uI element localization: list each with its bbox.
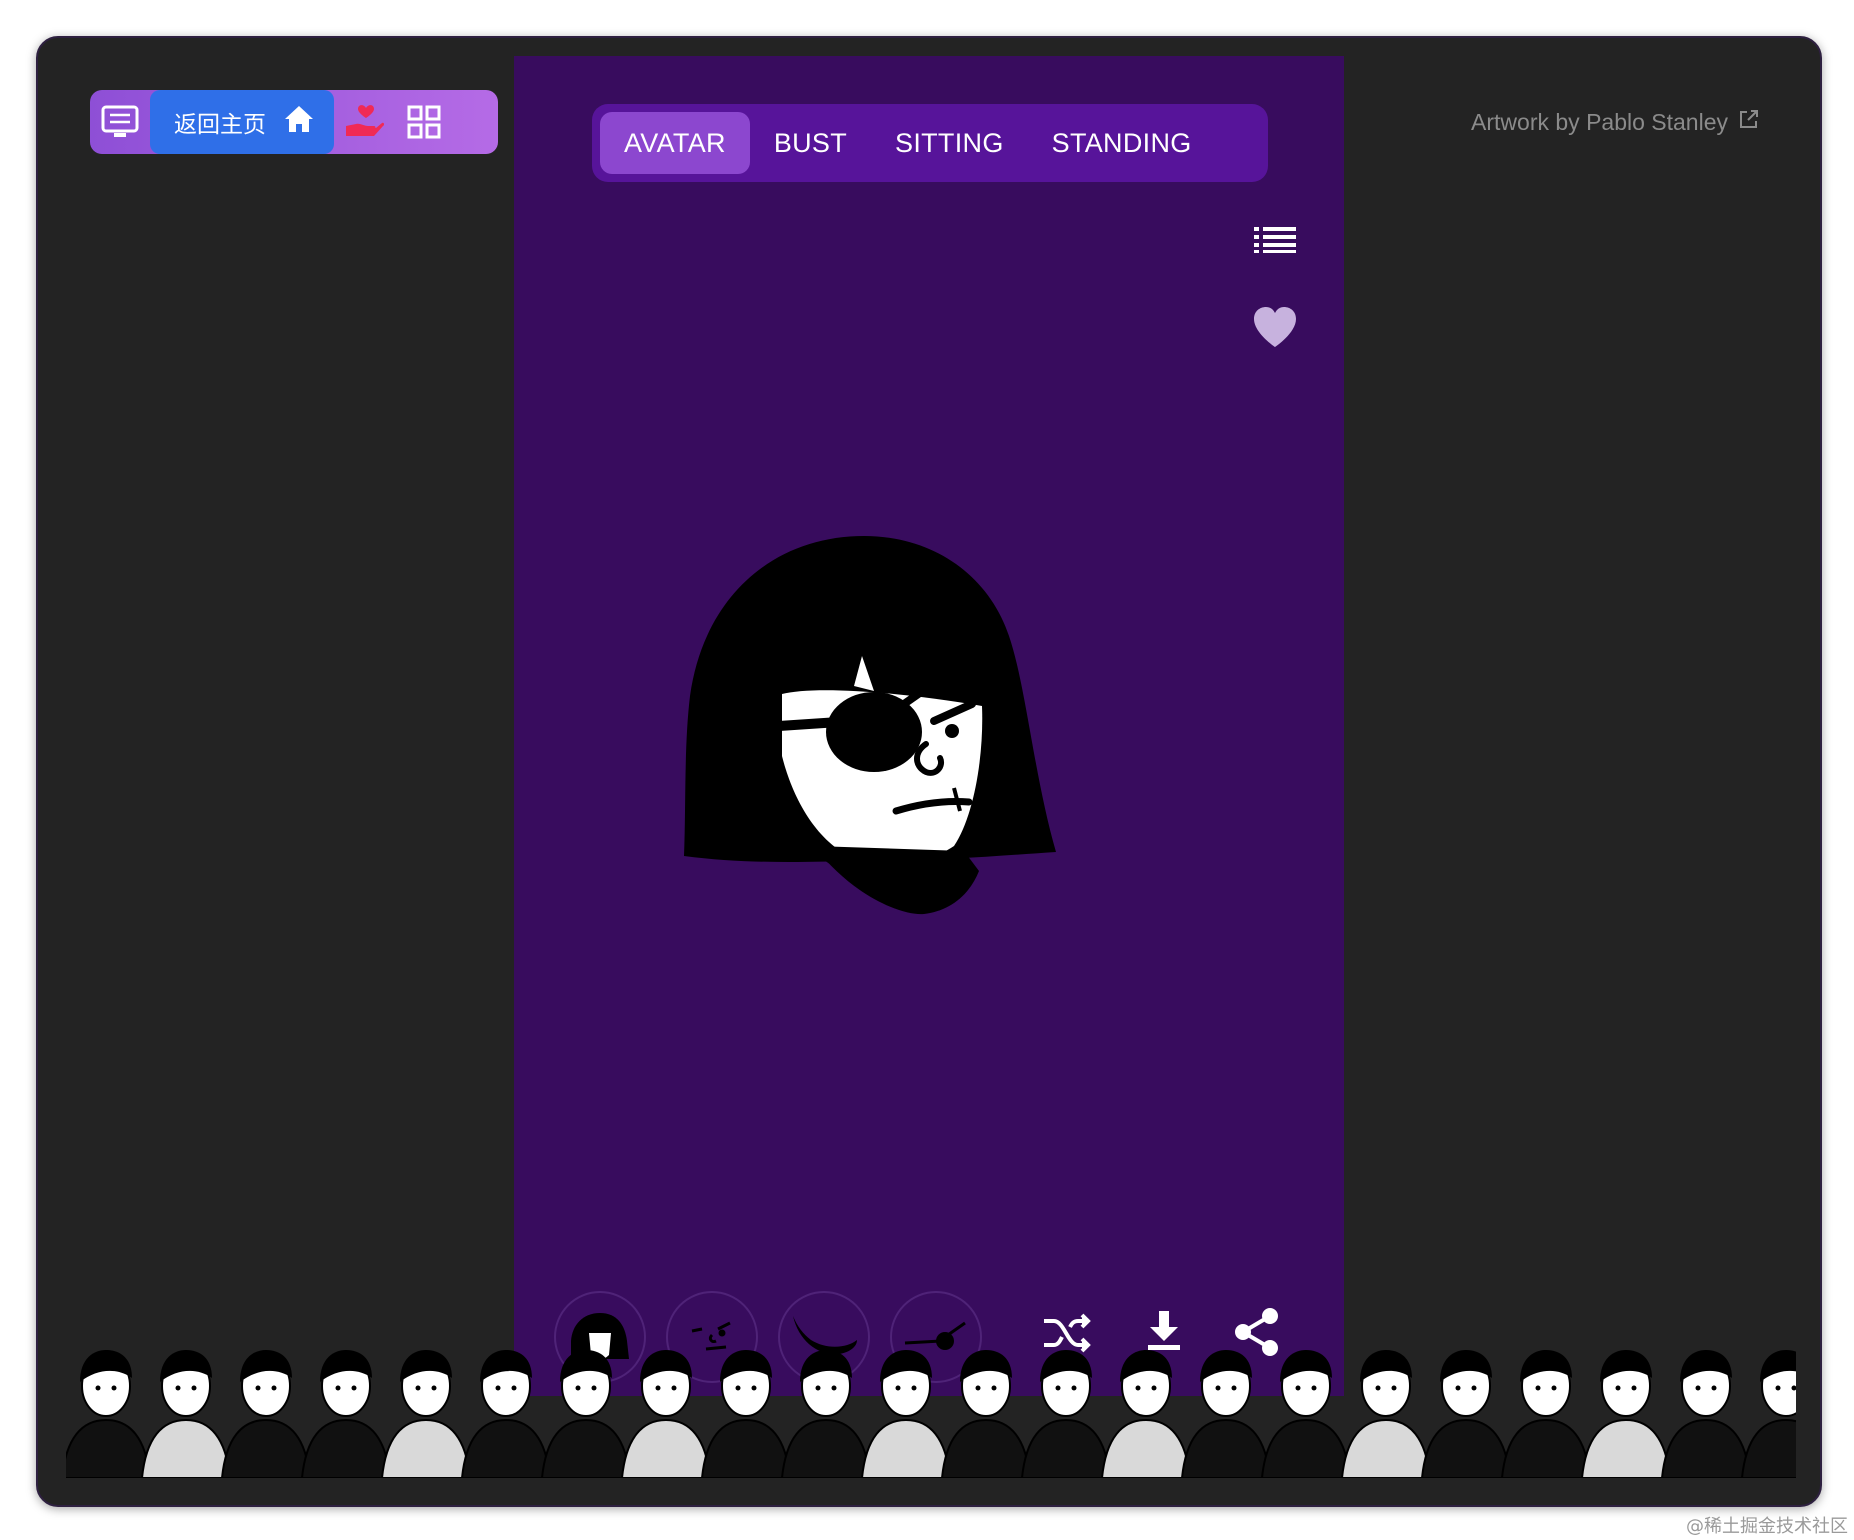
- list-icon[interactable]: [1254, 226, 1296, 259]
- avatar-illustration: [684, 536, 1056, 915]
- crowd-person: [460, 1350, 552, 1478]
- crowd-person: [140, 1350, 232, 1478]
- crowd-person: [1740, 1350, 1796, 1478]
- crowd-person: [1420, 1350, 1512, 1478]
- crowd-person: [780, 1350, 872, 1478]
- crowd-person: [1100, 1350, 1192, 1478]
- crowd-person: [66, 1350, 152, 1478]
- crowd-person: [1260, 1350, 1352, 1478]
- crowd-person: [1500, 1350, 1592, 1478]
- home-icon: [284, 105, 314, 139]
- back-home-label: 返回主页: [174, 112, 266, 138]
- crowd-person: [1340, 1350, 1432, 1478]
- crowd-person: [1020, 1350, 1112, 1478]
- crowd-illustration: [66, 1328, 1796, 1478]
- tab-sitting[interactable]: SITTING: [871, 112, 1028, 174]
- heart-icon[interactable]: [1252, 306, 1298, 353]
- app-window: 返回主页 Artwork by Pablo Stanley AVATAR BUS…: [36, 36, 1822, 1507]
- floating-toolbar: 返回主页: [90, 90, 498, 154]
- mode-tabs: AVATAR BUST SITTING STANDING: [592, 104, 1268, 182]
- crowd-person: [620, 1350, 712, 1478]
- crowd-person: [220, 1350, 312, 1478]
- crowd-person: [300, 1350, 392, 1478]
- grid-icon[interactable]: [394, 90, 454, 154]
- crowd-person: [380, 1350, 472, 1478]
- external-link-icon: [1738, 108, 1760, 136]
- crowd-person: [1180, 1350, 1272, 1478]
- tab-bust[interactable]: BUST: [750, 112, 871, 174]
- crowd-person: [540, 1350, 632, 1478]
- tab-avatar[interactable]: AVATAR: [600, 112, 750, 174]
- tab-standing[interactable]: STANDING: [1028, 112, 1216, 174]
- crowd-person: [700, 1350, 792, 1478]
- avatar-canvas-panel: AVATAR BUST SITTING STANDING: [514, 56, 1344, 1396]
- crowd-person: [1660, 1350, 1752, 1478]
- crowd-person: [860, 1350, 952, 1478]
- donate-icon[interactable]: [334, 90, 394, 154]
- layout-switch-icon[interactable]: [90, 90, 150, 154]
- crowd-person: [1580, 1350, 1672, 1478]
- artwork-credit-link[interactable]: Artwork by Pablo Stanley: [1471, 108, 1760, 136]
- crowd-person: [940, 1350, 1032, 1478]
- back-home-button[interactable]: 返回主页: [150, 90, 334, 154]
- watermark-text: @稀土掘金技术社区: [1686, 1516, 1848, 1537]
- artwork-credit-text: Artwork by Pablo Stanley: [1471, 108, 1728, 135]
